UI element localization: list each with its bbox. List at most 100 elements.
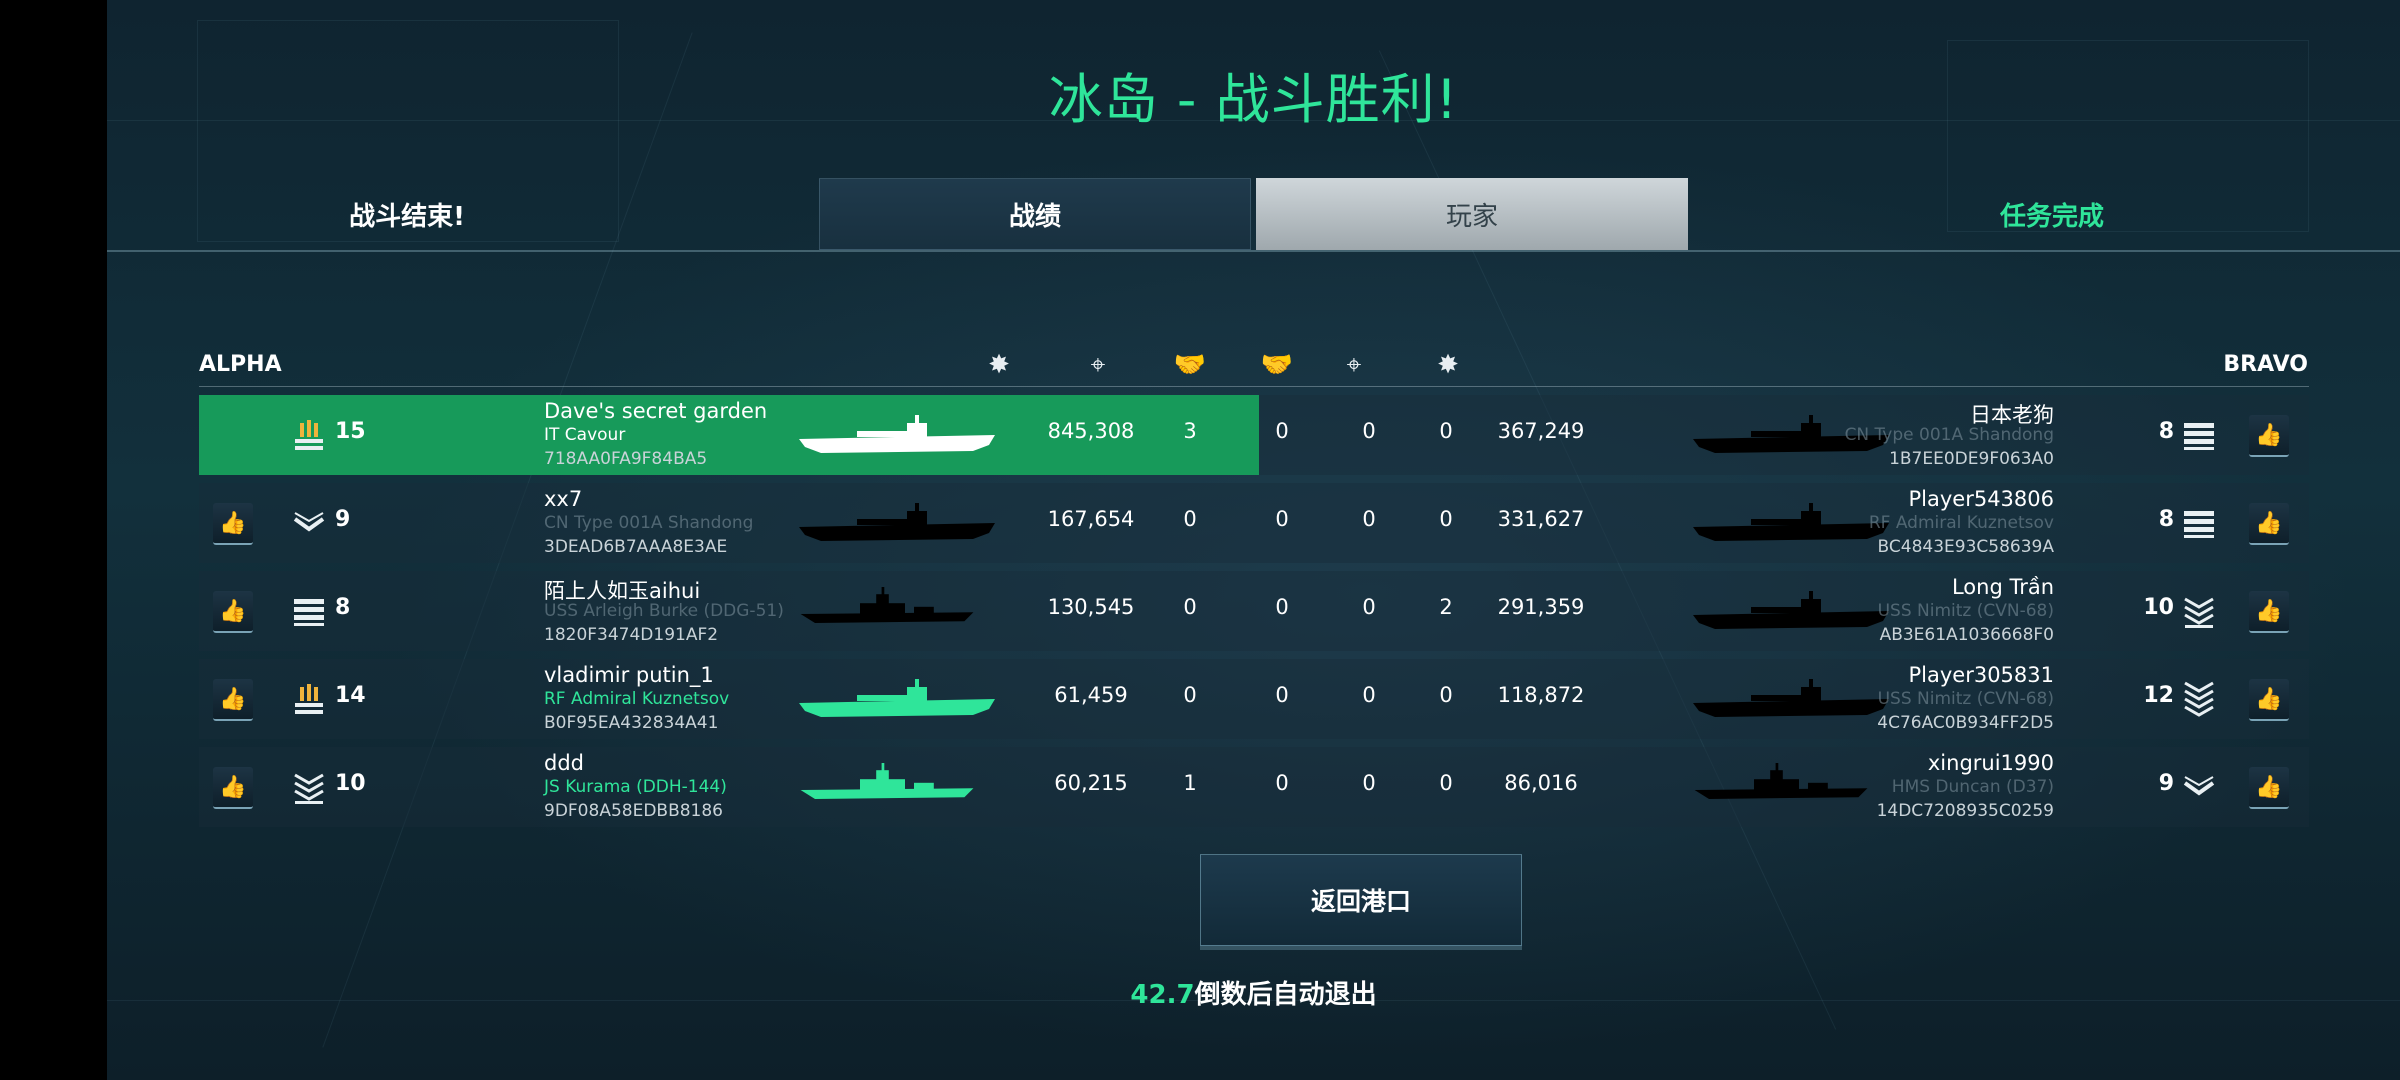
ship-silhouette-icon bbox=[1691, 675, 1891, 729]
thumbs-up-icon: 👍 bbox=[219, 598, 247, 624]
player-id: 1B7EE0DE9F063A0 bbox=[1889, 449, 2054, 469]
player-level: 10 bbox=[2143, 595, 2174, 620]
player-name[interactable]: Player543806 bbox=[1908, 487, 2054, 511]
thumbs-up-icon: 👍 bbox=[2255, 774, 2283, 800]
alpha-damage: 60,215 bbox=[1054, 771, 1128, 795]
alpha-assists: 0 bbox=[1275, 419, 1289, 443]
alpha-damage: 167,654 bbox=[1047, 507, 1135, 531]
thumbs-up-icon: 👍 bbox=[2255, 598, 2283, 624]
table-header-divider bbox=[199, 386, 2309, 387]
table-row: 15 Dave's secret garden IT Cavour 718AA0… bbox=[199, 395, 2309, 475]
ship-silhouette-icon bbox=[797, 763, 977, 812]
battle-result-title: 冰岛 - 战斗胜利! bbox=[1048, 68, 1459, 131]
like-button[interactable]: 👍 bbox=[2249, 415, 2289, 457]
like-button[interactable]: 👍 bbox=[213, 679, 253, 721]
player-name[interactable]: xingrui1990 bbox=[1928, 751, 2054, 775]
tab-battle-end[interactable]: 战斗结束! bbox=[257, 178, 557, 250]
bars-rank-icon bbox=[291, 593, 327, 629]
bravo-kills: 0 bbox=[1439, 507, 1453, 531]
results-screen: 冰岛 - 战斗胜利! 战斗结束! 战绩 玩家 任务完成 ALPHA BRAVO … bbox=[107, 0, 2400, 1080]
bravo-assists: 0 bbox=[1362, 595, 1376, 619]
double-chevron-rank-icon bbox=[291, 769, 327, 805]
player-level: 9 bbox=[335, 507, 351, 532]
like-button[interactable]: 👍 bbox=[2249, 591, 2289, 633]
ship-silhouette-icon bbox=[1691, 499, 1891, 553]
handshake-icon: 🤝 bbox=[1173, 350, 1207, 380]
tab-bar: 战斗结束! 战绩 玩家 任务完成 bbox=[107, 178, 2400, 250]
player-level: 9 bbox=[2158, 771, 2174, 796]
player-id: 1820F3474D191AF2 bbox=[544, 625, 719, 645]
player-name[interactable]: Dave's secret garden bbox=[544, 399, 767, 423]
bravo-damage: 367,249 bbox=[1497, 419, 1585, 443]
medal-gold-icon bbox=[291, 681, 327, 717]
player-level: 12 bbox=[2143, 683, 2174, 708]
medal-gold-icon bbox=[291, 417, 327, 453]
triple-chevron-rank-icon bbox=[2181, 681, 2217, 717]
team-bravo-label: BRAVO bbox=[2223, 352, 2308, 377]
handshake-icon: 🤝 bbox=[1260, 350, 1294, 380]
table-row: 👍 14 vladimir putin_1 RF Admiral Kuznets… bbox=[199, 659, 2309, 739]
alpha-assists: 0 bbox=[1275, 507, 1289, 531]
player-id: 14DC7208935C0259 bbox=[1876, 801, 2054, 821]
bars-rank-icon bbox=[2181, 417, 2217, 453]
player-ship: JS Kurama (DDH-144) bbox=[544, 777, 727, 797]
alpha-assists: 0 bbox=[1275, 771, 1289, 795]
player-level: 14 bbox=[335, 683, 366, 708]
player-name[interactable]: ddd bbox=[544, 751, 584, 775]
player-ship: USS Arleigh Burke (DDG-51) bbox=[544, 601, 784, 621]
damage-icon: ✸ bbox=[1437, 350, 1459, 380]
bars-rank-icon bbox=[2181, 505, 2217, 541]
bravo-damage: 118,872 bbox=[1497, 683, 1585, 707]
like-button[interactable]: 👍 bbox=[2249, 767, 2289, 809]
player-id: 9DF08A58EDBB8186 bbox=[544, 801, 723, 821]
chevron-rank-icon bbox=[2181, 769, 2217, 805]
player-level: 8 bbox=[335, 595, 351, 620]
thumbs-up-icon: 👍 bbox=[219, 774, 247, 800]
bravo-damage: 86,016 bbox=[1504, 771, 1578, 795]
crosshair-icon: ⌖ bbox=[1090, 349, 1106, 380]
alpha-damage: 61,459 bbox=[1054, 683, 1128, 707]
like-button[interactable]: 👍 bbox=[2249, 679, 2289, 721]
player-ship: IT Cavour bbox=[544, 425, 626, 445]
player-ship: USS Nimitz (CVN-68) bbox=[1877, 601, 2054, 621]
table-row: 👍 8 陌上人如玉aihui USS Arleigh Burke (DDG-51… bbox=[199, 571, 2309, 651]
countdown-text: 倒数后自动退出 bbox=[1194, 980, 1377, 1010]
chevron-rank-icon bbox=[291, 505, 327, 541]
like-button[interactable]: 👍 bbox=[213, 591, 253, 633]
return-to-port-button[interactable]: 返回港口 bbox=[1200, 854, 1522, 946]
like-button[interactable]: 👍 bbox=[213, 503, 253, 545]
thumbs-up-icon: 👍 bbox=[219, 686, 247, 712]
thumbs-up-icon: 👍 bbox=[219, 510, 247, 536]
player-ship: CN Type 001A Shandong bbox=[544, 513, 754, 533]
player-name[interactable]: xx7 bbox=[544, 487, 582, 511]
countdown-seconds: 42.7 bbox=[1130, 980, 1195, 1010]
team-alpha-label: ALPHA bbox=[199, 352, 282, 377]
auto-exit-countdown: 42.7倒数后自动退出 bbox=[107, 974, 2400, 1011]
tab-stats[interactable]: 战绩 bbox=[819, 178, 1251, 250]
player-ship: USS Nimitz (CVN-68) bbox=[1877, 689, 2054, 709]
player-id: AB3E61A1036668F0 bbox=[1879, 625, 2054, 645]
bravo-kills: 0 bbox=[1439, 683, 1453, 707]
alpha-kills: 0 bbox=[1183, 507, 1197, 531]
player-name[interactable]: Player305831 bbox=[1908, 663, 2054, 687]
ship-silhouette-icon bbox=[797, 587, 977, 636]
tab-missions[interactable]: 任务完成 bbox=[1907, 178, 2197, 250]
player-id: B0F95EA432834A41 bbox=[544, 713, 719, 733]
player-id: BC4843E93C58639A bbox=[1877, 537, 2054, 557]
player-ship: HMS Duncan (D37) bbox=[1891, 777, 2054, 797]
player-id: 718AA0FA9F84BA5 bbox=[544, 449, 708, 469]
tab-players[interactable]: 玩家 bbox=[1256, 178, 1688, 250]
alpha-damage: 845,308 bbox=[1047, 419, 1135, 443]
bravo-kills: 0 bbox=[1439, 771, 1453, 795]
player-level: 10 bbox=[335, 771, 366, 796]
ship-silhouette-icon bbox=[1691, 587, 1891, 641]
player-name[interactable]: Long Trần bbox=[1952, 575, 2054, 599]
bravo-assists: 0 bbox=[1362, 507, 1376, 531]
like-button[interactable]: 👍 bbox=[213, 767, 253, 809]
player-name[interactable]: vladimir putin_1 bbox=[544, 663, 714, 687]
table-row: 👍 9 xx7 CN Type 001A Shandong 3DEAD6B7AA… bbox=[199, 483, 2309, 563]
player-level: 8 bbox=[2158, 507, 2174, 532]
like-button[interactable]: 👍 bbox=[2249, 503, 2289, 545]
player-level: 8 bbox=[2158, 419, 2174, 444]
player-id: 3DEAD6B7AAA8E3AE bbox=[544, 537, 728, 557]
